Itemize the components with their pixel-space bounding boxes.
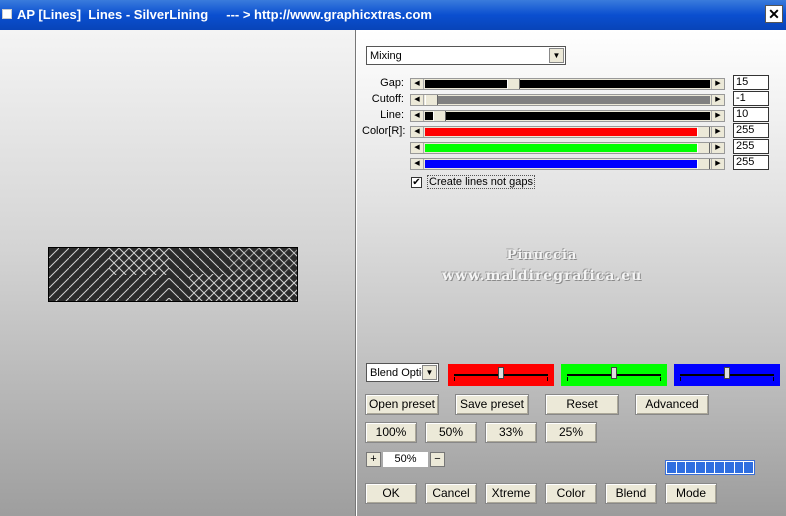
slider-label: Color[R]: — [362, 125, 406, 137]
zoom-25-button[interactable]: 25% — [545, 422, 597, 443]
slider-label: Gap: — [380, 77, 404, 89]
create-lines-checkbox[interactable]: ✔ — [411, 177, 422, 188]
zoom-33-button[interactable]: 33% — [485, 422, 537, 443]
slider-control[interactable]: ◀ ▶ — [410, 158, 725, 170]
controls-panel: Mixing ▼ Gap: ◀ ▶ 15 Cutoff: ◀ ▶ -1 Line: ◀ ▶ 10 Col… — [357, 30, 786, 516]
progress-segment — [725, 462, 734, 473]
zoom-level-field[interactable]: 50% — [383, 452, 428, 467]
chevron-left-icon[interactable]: ◀ — [411, 111, 424, 121]
progress-segment — [744, 462, 754, 473]
slider-track[interactable] — [425, 96, 710, 104]
reset-button[interactable]: Reset — [545, 394, 619, 415]
slider-thumb[interactable] — [697, 143, 710, 153]
chevron-right-icon[interactable]: ▶ — [711, 159, 724, 169]
chevron-right-icon[interactable]: ▶ — [711, 127, 724, 137]
blend-slider-knob[interactable] — [724, 367, 730, 379]
chevron-right-icon[interactable]: ▶ — [711, 95, 724, 105]
progress-segment — [676, 462, 686, 473]
mode-button[interactable]: Mode — [665, 483, 717, 504]
slider-thumb[interactable] — [697, 127, 710, 137]
chevron-left-icon[interactable]: ◀ — [411, 143, 424, 153]
close-button[interactable]: ✕ — [765, 5, 783, 23]
watermark-name: Pinuccia — [506, 248, 578, 263]
slider-label: Line: — [380, 109, 404, 121]
slider-value-field[interactable]: 15 — [733, 75, 769, 90]
blend-color-slider[interactable] — [561, 364, 667, 386]
progress-segment — [696, 462, 705, 473]
watermark-url: www.maldiregrafica.eu — [442, 268, 643, 284]
chevron-left-icon[interactable]: ◀ — [411, 159, 424, 169]
mode-select[interactable]: Mixing ▼ — [366, 46, 566, 65]
progress-indicator — [665, 460, 755, 475]
blend-options-select[interactable]: Blend Optio ▼ — [366, 363, 439, 382]
chevron-right-icon[interactable]: ▶ — [711, 143, 724, 153]
window-icon[interactable] — [2, 9, 12, 19]
progress-segment — [686, 462, 696, 473]
slider-thumb[interactable] — [507, 79, 520, 89]
progress-segment — [734, 462, 744, 473]
color-button[interactable]: Color — [545, 483, 597, 504]
chevron-down-icon[interactable]: ▼ — [549, 48, 564, 63]
slider-control[interactable]: ◀ ▶ — [410, 126, 725, 138]
zoom-out-button[interactable]: − — [430, 452, 445, 467]
title-bar: AP [Lines] Lines - SilverLining --- > ht… — [0, 0, 786, 30]
open-preset-button[interactable]: Open preset — [365, 394, 439, 415]
blend-slider-knob[interactable] — [611, 367, 617, 379]
ok-button[interactable]: OK — [365, 483, 417, 504]
create-lines-label[interactable]: Create lines not gaps — [427, 175, 535, 189]
progress-segment — [667, 462, 676, 473]
slider-thumb[interactable] — [433, 111, 446, 121]
slider-thumb[interactable] — [697, 159, 710, 169]
blend-slider-tick — [567, 377, 568, 381]
zoom-in-button[interactable]: + — [366, 452, 381, 467]
progress-segment — [715, 462, 725, 473]
slider-label: Cutoff: — [371, 93, 404, 105]
chevron-down-icon[interactable]: ▼ — [422, 365, 437, 380]
slider-track[interactable] — [425, 80, 710, 88]
chevron-left-icon[interactable]: ◀ — [411, 127, 424, 137]
slider-control[interactable]: ◀ ▶ — [410, 110, 725, 122]
slider-thumb[interactable] — [425, 95, 438, 105]
blend-slider-tick — [660, 377, 661, 381]
blend-slider-tick — [454, 377, 455, 381]
zoom-50-button[interactable]: 50% — [425, 422, 477, 443]
chevron-left-icon[interactable]: ◀ — [411, 95, 424, 105]
preview-image — [48, 247, 298, 302]
blend-slider-tick — [773, 377, 774, 381]
window-title: AP [Lines] Lines - SilverLining --- > ht… — [17, 7, 432, 22]
chevron-right-icon[interactable]: ▶ — [711, 79, 724, 89]
slider-value-field[interactable]: 10 — [733, 107, 769, 122]
blend-slider-tick — [547, 377, 548, 381]
blend-select-value: Blend Optio — [370, 367, 422, 379]
slider-value-field[interactable]: 255 — [733, 155, 769, 170]
slider-track[interactable] — [425, 160, 710, 168]
slider-track[interactable] — [425, 144, 710, 152]
advanced-button[interactable]: Advanced — [635, 394, 709, 415]
blend-slider-knob[interactable] — [498, 367, 504, 379]
slider-control[interactable]: ◀ ▶ — [410, 142, 725, 154]
slider-control[interactable]: ◀ ▶ — [410, 78, 725, 90]
cancel-button[interactable]: Cancel — [425, 483, 477, 504]
preview-pane — [0, 30, 356, 516]
blend-slider-tick — [680, 377, 681, 381]
slider-value-field[interactable]: 255 — [733, 139, 769, 154]
mode-select-value: Mixing — [370, 50, 402, 62]
slider-track[interactable] — [425, 128, 710, 136]
zoom-100-button[interactable]: 100% — [365, 422, 417, 443]
checkmark-icon: ✔ — [412, 177, 421, 188]
save-preset-button[interactable]: Save preset — [455, 394, 529, 415]
slider-value-field[interactable]: -1 — [733, 91, 769, 106]
chevron-left-icon[interactable]: ◀ — [411, 79, 424, 89]
chevron-right-icon[interactable]: ▶ — [711, 111, 724, 121]
xtreme-button[interactable]: Xtreme — [485, 483, 537, 504]
slider-track[interactable] — [425, 112, 710, 120]
line-pattern-graphic — [49, 248, 297, 301]
blend-button[interactable]: Blend — [605, 483, 657, 504]
slider-control[interactable]: ◀ ▶ — [410, 94, 725, 106]
blend-color-slider[interactable] — [448, 364, 554, 386]
slider-value-field[interactable]: 255 — [733, 123, 769, 138]
progress-segment — [705, 462, 715, 473]
blend-color-slider[interactable] — [674, 364, 780, 386]
